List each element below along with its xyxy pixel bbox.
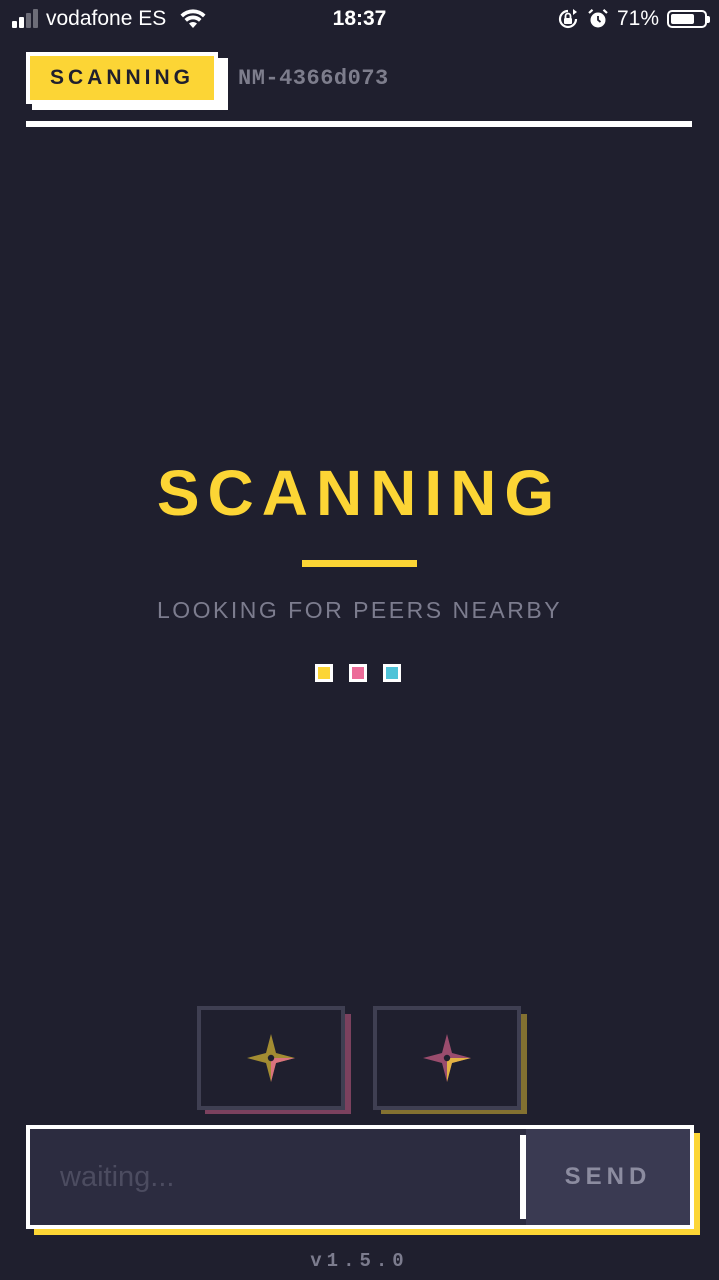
loading-dot bbox=[315, 664, 333, 682]
title-underline bbox=[302, 560, 417, 567]
scanning-title: SCANNING bbox=[156, 457, 563, 529]
four-point-star-icon bbox=[423, 1034, 471, 1082]
message-composer: SEND bbox=[26, 1125, 694, 1229]
message-input[interactable] bbox=[30, 1129, 520, 1225]
battery-percent: 71% bbox=[616, 7, 659, 30]
loading-dot bbox=[349, 664, 367, 682]
status-badge: SCANNING bbox=[26, 52, 228, 110]
alarm-icon bbox=[588, 8, 608, 28]
star-button-2[interactable] bbox=[373, 1006, 527, 1114]
loading-dot bbox=[383, 664, 401, 682]
four-point-star-icon bbox=[247, 1034, 295, 1082]
star-button-1[interactable] bbox=[197, 1006, 351, 1114]
battery-icon bbox=[667, 10, 710, 28]
loading-indicator bbox=[315, 664, 401, 682]
version-label: v1.5.0 bbox=[310, 1250, 409, 1272]
status-bar: vodafone ES 18:37 71% bbox=[0, 0, 719, 40]
status-badge-label: SCANNING bbox=[26, 52, 218, 104]
header-divider bbox=[26, 121, 692, 127]
send-button[interactable]: SEND bbox=[526, 1129, 690, 1225]
scanning-subtitle: LOOKING FOR PEERS NEARBY bbox=[156, 597, 563, 623]
orientation-lock-icon bbox=[558, 9, 578, 29]
node-id: NM-4366d073 bbox=[238, 66, 389, 91]
